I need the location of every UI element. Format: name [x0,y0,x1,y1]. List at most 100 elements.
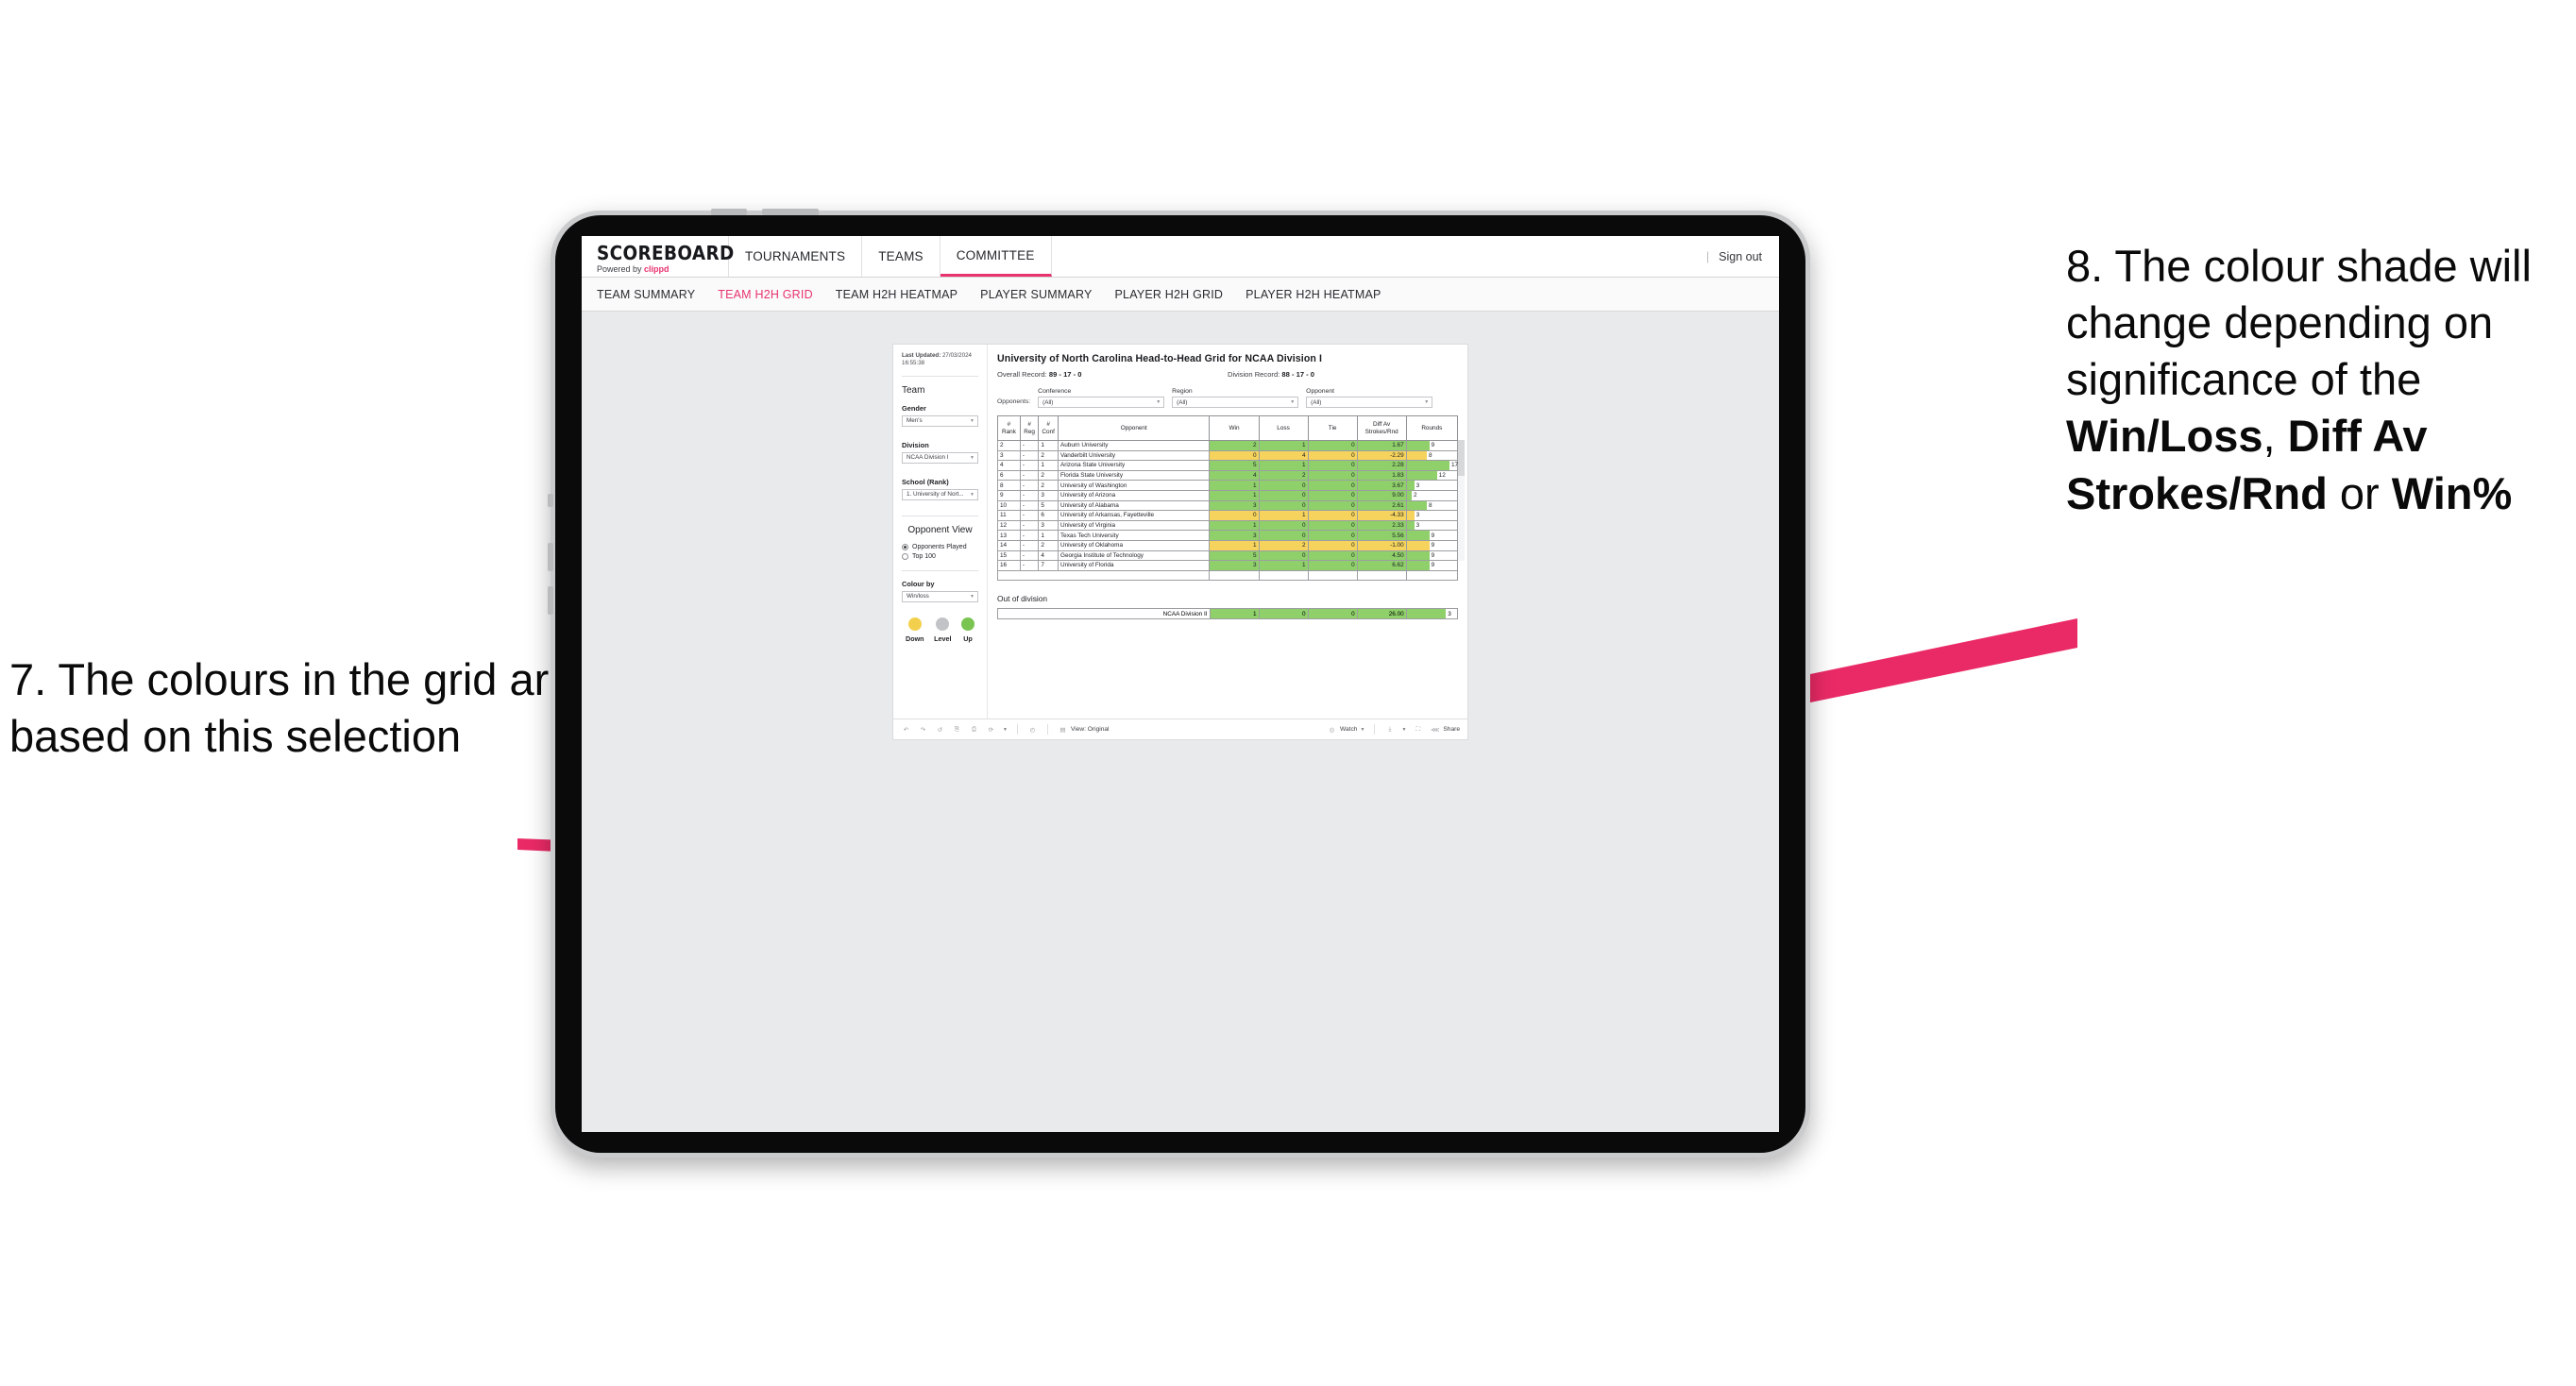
watch-button[interactable]: ◎ Watch ▼ [1327,724,1365,735]
cell-reg: - [1019,440,1040,451]
brand-logo[interactable]: SCOREBOARD Powered by clippd [582,236,734,277]
col-header-opponent[interactable]: Opponent [1057,415,1211,441]
cell-tie: 0 [1307,480,1358,491]
subnav-item-player-h2h-heatmap[interactable]: PLAYER H2H HEATMAP [1246,288,1381,301]
conference-dropdown[interactable]: (All) ▼ [1038,397,1165,408]
table-row[interactable]: 2-1 Auburn University 2 1 0 1.67 9 [997,440,1459,451]
opponent-dropdown[interactable]: (All) ▼ [1306,397,1433,408]
cell-diff-av-strokes: 9.00 [1356,489,1407,501]
rounds-bar [1406,461,1449,470]
col-header-line1: # [1046,421,1050,429]
rounds-value: 3 [1448,610,1451,617]
radio-opponents-played[interactable]: Opponents Played [902,543,978,550]
loop-caret-icon[interactable]: ▼ [1003,727,1008,733]
cell-rank: 10 [997,499,1021,512]
cell-win: 0 [1209,449,1260,462]
empty-cell [1307,569,1358,582]
topnav-item-tournaments[interactable]: TOURNAMENTS [729,236,863,277]
table-row[interactable]: 11-6 University of Arkansas, Fayetteville… [997,510,1459,521]
chevron-down-icon[interactable]: ▼ [1401,727,1406,733]
download-icon[interactable]: ⤓ [1384,724,1395,735]
cell-diff-av-strokes: 1.83 [1356,469,1407,482]
cell-opponent: Vanderbilt University [1057,449,1211,462]
signout-link[interactable]: Sign out [1719,250,1762,263]
cell-rounds: 17 [1405,460,1458,471]
grid-vertical-scrollbar[interactable] [1458,440,1465,561]
topnav-item-teams[interactable]: TEAMS [862,236,941,277]
filter-region: Region (All) ▼ [1172,388,1299,408]
division-dropdown[interactable]: NCAA Division I ▼ [902,451,978,464]
gender-dropdown[interactable]: Men's ▼ [902,414,978,427]
filter-conference: Conference (All) ▼ [1038,388,1165,408]
subnav-item-team-h2h-grid[interactable]: TEAM H2H GRID [718,288,813,301]
cell-opponent: Florida State University [1057,469,1211,482]
fullscreen-icon[interactable]: ⛶ [1413,724,1423,735]
col-header-win[interactable]: Win [1209,415,1260,441]
col-header-rank[interactable]: # Rank [997,415,1021,441]
loop-icon[interactable]: ⟳ [986,724,996,735]
cell-rounds: 9 [1405,440,1459,451]
ood-loss: 0 [1258,608,1309,620]
school-dropdown[interactable]: 1. University of Nort... ▼ [902,488,978,500]
undo-icon[interactable]: ↶ [901,724,911,735]
cell-opponent: University of Alabama [1057,499,1211,512]
table-row[interactable]: NCAA Division II 1 0 0 26.00 3 [997,608,1459,620]
region-dropdown[interactable]: (All) ▼ [1172,397,1299,408]
cell-loss: 1 [1258,440,1309,451]
table-row[interactable]: 14-2 University of Oklahoma 1 2 0 -1.00 9 [997,539,1459,551]
cell-rank: 4 [997,460,1021,471]
view-icon: ▤ [1059,726,1066,734]
col-header-line2: Rank [1001,428,1016,435]
subnav-item-team-h2h-heatmap[interactable]: TEAM H2H HEATMAP [836,288,958,301]
cell-reg: - [1019,530,1040,541]
table-row[interactable]: 16-7 University of Florida 3 1 0 6.62 9 [997,560,1459,571]
table-row[interactable]: 13-1 Texas Tech University 3 0 0 5.56 9 [997,530,1459,541]
gender-value: Men's [907,417,923,425]
table-row[interactable]: 6-2 Florida State University 4 2 0 1.83 12 [997,469,1459,482]
pause-icon[interactable]: ⎙ [969,724,979,735]
presentation-icon[interactable]: ◴ [1027,724,1038,735]
colour-by-label: Colour by [902,579,935,588]
rounds-value: 2 [1414,492,1417,499]
cell-loss: 0 [1258,499,1309,512]
view-original-button[interactable]: ▤ View: Original [1058,724,1109,735]
col-header-loss[interactable]: Loss [1258,415,1309,441]
table-row[interactable]: 12-3 University of Virginia 1 0 0 2.33 3 [997,519,1459,532]
col-header-rounds[interactable]: Rounds [1405,415,1459,441]
topnav-item-committee[interactable]: COMMITTEE [940,236,1052,277]
cell-conf: 2 [1038,449,1059,462]
col-header-conf[interactable]: # Conf [1038,415,1059,441]
cell-reg: - [1019,460,1040,471]
filter-panel: Last Updated: 27/03/2024 16:55:38 Team G… [893,345,988,718]
table-row[interactable]: 9-3 University of Arizona 1 0 0 9.00 2 [997,489,1459,501]
scrollbar-thumb[interactable] [1458,440,1465,476]
table-row[interactable]: 4-1 Arizona State University 5 1 0 2.28 17 [997,460,1458,471]
revert-icon[interactable]: ↺ [935,724,945,735]
col-header-tie[interactable]: Tie [1307,415,1358,441]
subnav-item-player-h2h-grid[interactable]: PLAYER H2H GRID [1115,288,1224,301]
table-row[interactable]: 3-2 Vanderbilt University 0 4 0 -2.29 8 [997,449,1459,462]
col-header-line2: Reg [1024,428,1035,435]
col-header-diff-av-strokes[interactable]: Diff Av Strokes/Rnd [1356,415,1407,441]
chevron-down-icon: ▼ [1156,399,1161,405]
cell-win: 3 [1209,560,1260,571]
h2h-grid-table: # Rank # Reg # Conf Opponent Win Loss Ti… [996,415,1459,582]
rounds-value: 9 [1431,542,1435,549]
subnav-item-team-summary[interactable]: TEAM SUMMARY [597,288,695,301]
table-row[interactable]: 8-2 University of Washington 1 0 0 3.67 3 [997,480,1459,491]
colour-by-dropdown[interactable]: Win/loss ▼ [902,590,978,602]
col-header-reg[interactable]: # Reg [1019,415,1040,441]
table-row[interactable]: 15-4 Georgia Institute of Technology 5 0 0 4.… [997,549,1459,562]
cell-rounds: 3 [1405,480,1459,491]
refresh-icon[interactable]: ⎘ [952,724,962,735]
cell-conf: 1 [1038,530,1059,541]
col-header-line1: Opponent [1120,424,1147,431]
share-button[interactable]: ⋘ Share [1430,724,1460,735]
legend-swatch-down [907,617,922,631]
subnav-item-player-summary[interactable]: PLAYER SUMMARY [980,288,1092,301]
brand-powered-prefix: Powered by [597,264,645,274]
grid-header: # Rank # Reg # Conf Opponent Win Loss Ti… [997,415,1459,441]
table-row[interactable]: 10-5 University of Alabama 3 0 0 2.61 8 [997,499,1459,512]
radio-top-100[interactable]: Top 100 [902,552,978,560]
redo-icon[interactable]: ↷ [918,724,928,735]
